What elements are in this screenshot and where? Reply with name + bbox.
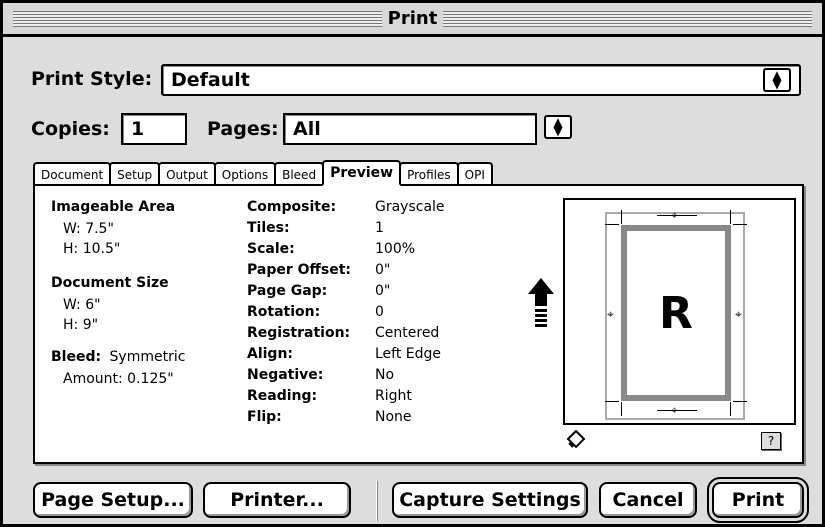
tab-setup[interactable]: Setup [109, 162, 161, 186]
setting-label: Composite: [247, 199, 337, 215]
setting-label: Flip: [247, 409, 282, 425]
popup-arrows-icon: ▲ ▼ [763, 68, 791, 92]
bleed-label: Bleed: [51, 349, 102, 365]
print-dialog: Print Print Style: Default ▲ ▼ Copies: 1 … [0, 0, 825, 527]
setting-label: Negative: [247, 367, 324, 383]
capture-settings-button[interactable]: Capture Settings [392, 482, 588, 518]
setting-value: Centered [375, 325, 440, 341]
setting-label: Registration: [247, 325, 351, 341]
copies-label: Copies: [31, 118, 110, 140]
bleed-value: Symmetric [109, 349, 186, 365]
setting-label: Scale: [247, 241, 295, 257]
registration-mark-icon: ⌖ [607, 307, 614, 321]
print-style-label: Print Style: [31, 68, 153, 90]
tab-preview[interactable]: Preview [322, 160, 402, 186]
crop-mark [605, 401, 619, 402]
tab-output[interactable]: Output [158, 162, 216, 186]
registration-mark-icon: ⌖ [735, 307, 742, 321]
setting-label: Tiles: [247, 220, 290, 236]
imageable-area-width: W: 7.5" [63, 221, 114, 237]
tab-bar: Document Setup Output Options Bleed Prev… [33, 160, 493, 186]
setting-value: Right [375, 388, 412, 404]
pages-popup-arrows-icon[interactable]: ▲ ▼ [544, 115, 572, 139]
document-size-heading: Document Size [51, 275, 169, 291]
setting-value: Grayscale [375, 199, 445, 215]
help-button[interactable]: ? [761, 432, 781, 450]
setting-label: Paper Offset: [247, 262, 351, 278]
setting-label: Rotation: [247, 304, 321, 320]
setting-label: Reading: [247, 388, 318, 404]
registration-mark-icon: ⌖ [671, 403, 678, 417]
tab-options[interactable]: Options [213, 162, 277, 186]
crop-mark [733, 224, 747, 225]
feed-direction-arrow-icon [528, 278, 554, 327]
page-frame: R [621, 225, 731, 401]
crop-mark [605, 224, 619, 225]
printer-button[interactable]: Printer... [203, 482, 351, 518]
crop-mark [730, 210, 731, 224]
title-bar[interactable]: Print [3, 3, 822, 37]
copies-input[interactable]: 1 [121, 113, 187, 145]
tab-profiles[interactable]: Profiles [399, 162, 459, 186]
bleed-row: Bleed: Symmetric [51, 348, 185, 366]
page-preview: ⌖ ⌖ ⌖ ⌖ R [563, 198, 796, 425]
print-button[interactable]: Print [707, 477, 809, 523]
setting-label: Align: [247, 346, 294, 362]
crop-mark [733, 401, 747, 402]
page-setup-button[interactable]: Page Setup... [33, 482, 193, 518]
tab-opi[interactable]: OPI [456, 162, 493, 186]
setting-value: 0" [375, 283, 391, 299]
button-divider [376, 481, 378, 521]
print-style-popup[interactable]: Default ▲ ▼ [161, 64, 801, 96]
setting-label: Page Gap: [247, 283, 328, 299]
preview-panel: Imageable Area W: 7.5" H: 10.5" Document… [33, 184, 804, 464]
setting-value: 1 [375, 220, 384, 236]
setting-value: None [375, 409, 412, 425]
setting-value: 100% [375, 241, 416, 257]
setting-value: 0 [375, 304, 384, 320]
registration-mark-icon: ⌖ [671, 208, 678, 222]
setting-value: Left Edge [375, 346, 442, 362]
setting-value: 0" [375, 262, 391, 278]
window-title: Print [381, 7, 444, 31]
crop-mark [621, 402, 622, 416]
crop-mark [730, 402, 731, 416]
pages-input[interactable]: All [283, 113, 537, 145]
pages-label: Pages: [207, 118, 279, 140]
document-size-width: W: 6" [63, 297, 101, 313]
imageable-area-heading: Imageable Area [51, 199, 176, 215]
setting-value: No [375, 367, 395, 383]
print-style-value: Default [171, 69, 250, 91]
document-size-height: H: 9" [63, 317, 99, 333]
rotate-page-icon[interactable] [565, 428, 587, 450]
imageable-area-height: H: 10.5" [63, 241, 121, 257]
tab-document[interactable]: Document [33, 162, 112, 186]
crop-mark [621, 210, 622, 224]
tab-bleed[interactable]: Bleed [274, 162, 325, 186]
cancel-button[interactable]: Cancel [599, 482, 697, 518]
bleed-amount: Amount: 0.125" [63, 371, 174, 387]
page-letter: R [659, 288, 693, 339]
